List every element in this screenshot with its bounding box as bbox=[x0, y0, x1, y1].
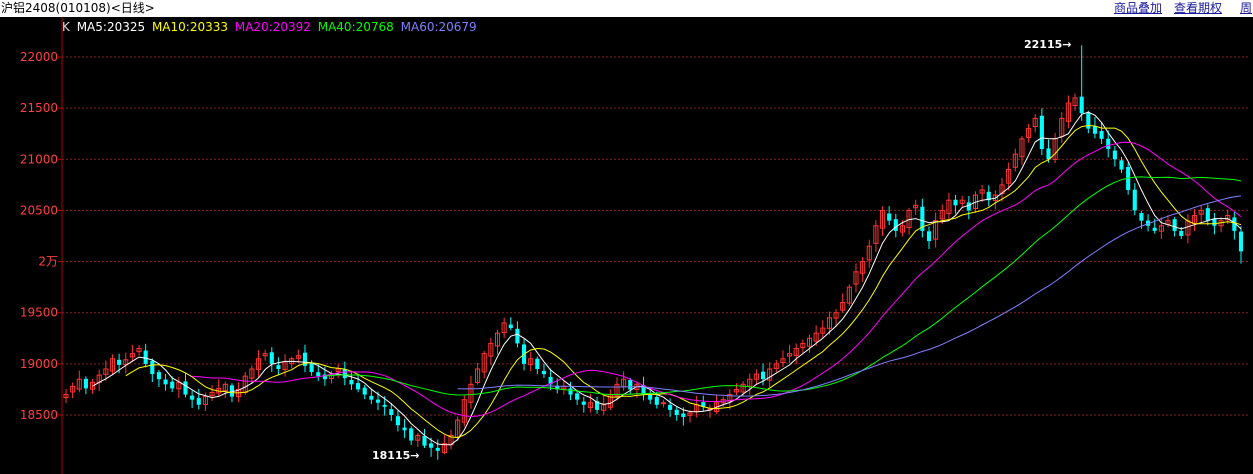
candle-body-down bbox=[760, 371, 766, 380]
y-tick-label: 20500 bbox=[20, 203, 58, 217]
candle-body-down bbox=[581, 401, 586, 405]
y-tick-label: 2万 bbox=[38, 255, 58, 269]
candle-body-down bbox=[674, 409, 679, 415]
candle-body-down bbox=[1139, 213, 1144, 221]
candle-body-down bbox=[356, 383, 361, 390]
weekly-link[interactable]: 周 bbox=[1240, 1, 1252, 16]
candle-body-down bbox=[1238, 231, 1244, 252]
candle-body-down bbox=[375, 399, 381, 403]
candle-body-down bbox=[966, 202, 971, 211]
y-tick-label: 21000 bbox=[20, 152, 58, 166]
candle-body-down bbox=[668, 404, 673, 410]
candle-body-down bbox=[150, 360, 155, 375]
candle-body-down bbox=[395, 416, 400, 426]
candle-body-down bbox=[409, 428, 414, 441]
candle-body-down bbox=[648, 394, 653, 400]
candle-body-down bbox=[349, 379, 354, 385]
candle-body-down bbox=[515, 328, 520, 344]
low-annotation: 18115→ bbox=[372, 449, 420, 462]
candle-body-down bbox=[568, 388, 573, 395]
candle-body-down bbox=[143, 350, 148, 364]
candle-body-down bbox=[163, 379, 168, 385]
candle-body-down bbox=[1106, 138, 1111, 150]
candle-body-down bbox=[170, 381, 175, 389]
candle-body-down bbox=[362, 387, 367, 395]
candle-body-down bbox=[628, 379, 633, 390]
high-annotation: 22115→ bbox=[1024, 38, 1072, 51]
candle-body-down bbox=[429, 443, 434, 448]
candlestick-chart[interactable]: 18500 19000 19500 2万 20500 21000 21500 22000 bbox=[0, 17, 1253, 474]
candle-body-down bbox=[1086, 113, 1091, 129]
candle-body-down bbox=[508, 324, 513, 329]
candle-body-down bbox=[1132, 189, 1137, 211]
candle-body-down bbox=[316, 372, 321, 377]
y-tick-label: 22000 bbox=[20, 50, 58, 64]
y-tick-label: 21500 bbox=[20, 101, 58, 115]
candle-body-down bbox=[1079, 96, 1084, 114]
candle-body-down bbox=[435, 447, 440, 451]
title-bar: 沪铝2408(010108)<日线> 商品叠加 查看期权 周 bbox=[0, 0, 1253, 17]
candle-body-down bbox=[83, 378, 88, 389]
contract-title: 沪铝2408(010108)<日线> bbox=[1, 1, 155, 15]
candle-body-down bbox=[269, 352, 274, 364]
candle-body-down bbox=[1112, 150, 1117, 160]
candle-body-down bbox=[190, 395, 195, 400]
y-tick-label: 18500 bbox=[20, 408, 58, 422]
candle-body-down bbox=[654, 397, 659, 405]
y-tick-label: 19500 bbox=[20, 306, 58, 320]
candle-body-down bbox=[953, 199, 958, 206]
candle-body-down bbox=[1119, 160, 1124, 170]
candle-body-down bbox=[541, 370, 547, 375]
candle-body-down bbox=[535, 358, 540, 369]
candle-body-down bbox=[893, 219, 898, 231]
candle-body-down bbox=[575, 393, 580, 400]
commodity-overlay-link[interactable]: 商品叠加 bbox=[1114, 1, 1162, 16]
candle-body-down bbox=[309, 363, 314, 373]
candle-body-up bbox=[660, 402, 667, 405]
candle-body-down bbox=[1172, 219, 1177, 231]
view-options-link[interactable]: 查看期权 bbox=[1174, 1, 1222, 16]
candle-body-down bbox=[183, 381, 188, 395]
candle-body-down bbox=[1092, 126, 1098, 134]
candle-body-down bbox=[382, 404, 387, 407]
candle-body-down bbox=[369, 395, 374, 400]
candle-body-down bbox=[422, 436, 427, 446]
candle-body-down bbox=[1039, 115, 1044, 150]
candle-body-down bbox=[342, 369, 347, 379]
candle-body-down bbox=[389, 409, 394, 415]
candle-body-down bbox=[402, 427, 407, 431]
candle-body-down bbox=[117, 359, 122, 365]
candle-body-down bbox=[196, 398, 201, 405]
candle-body-down bbox=[1099, 130, 1104, 139]
candle-body-down bbox=[681, 413, 686, 418]
candle-body-down bbox=[1212, 218, 1217, 226]
y-tick-label: 19000 bbox=[20, 357, 58, 371]
candle-body-down bbox=[276, 365, 281, 369]
candle-body-down bbox=[1152, 227, 1157, 231]
candle-body-down bbox=[1046, 148, 1051, 160]
candle-body-down bbox=[156, 372, 161, 380]
candle-body-down bbox=[926, 231, 932, 242]
ma5-line bbox=[92, 111, 1242, 446]
candle-body-down bbox=[1205, 208, 1210, 221]
candle-body-down bbox=[1179, 230, 1184, 236]
candle-body-down bbox=[887, 213, 892, 221]
